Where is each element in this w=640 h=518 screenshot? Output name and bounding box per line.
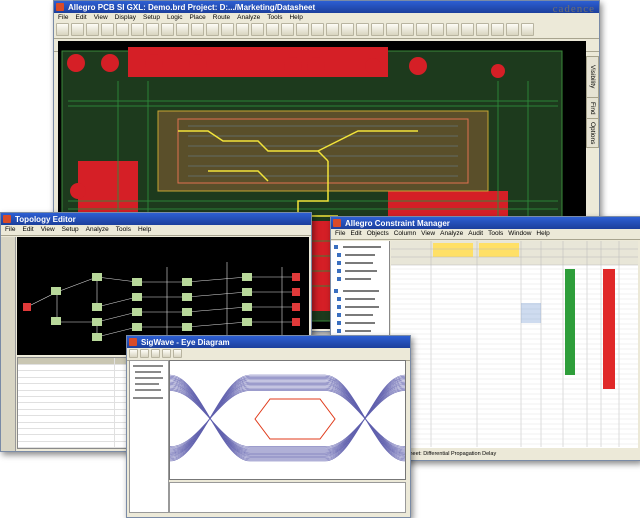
- eye-tool-zoom-icon[interactable]: [162, 349, 171, 358]
- worksheet-graphic: [391, 241, 638, 447]
- topology-window-title: Topology Editor: [15, 214, 76, 224]
- tool-open-icon[interactable]: [71, 23, 84, 36]
- tool-grid-icon[interactable]: [401, 23, 414, 36]
- tool-constraint-icon[interactable]: [461, 23, 474, 36]
- tool-zoom-fit-icon[interactable]: [206, 23, 219, 36]
- eye-tool-save-icon[interactable]: [140, 349, 149, 358]
- menu-view[interactable]: View: [421, 230, 435, 237]
- constraint-menu-bar: File Edit Objects Column View Analyze Au…: [331, 229, 640, 238]
- menu-column[interactable]: Column: [394, 230, 416, 237]
- worksheet-status-bar: Worksheet: Differential Propagation Dela…: [391, 449, 638, 460]
- menu-help[interactable]: Help: [289, 14, 302, 21]
- menu-tools[interactable]: Tools: [267, 14, 282, 21]
- tool-measure-icon[interactable]: [326, 23, 339, 36]
- menu-setup[interactable]: Setup: [143, 14, 160, 21]
- eye-tool-open-icon[interactable]: [129, 349, 138, 358]
- app-icon: [129, 338, 137, 346]
- tool-undo-icon[interactable]: [101, 23, 114, 36]
- waveform-tree[interactable]: [129, 360, 169, 513]
- constraint-window-title: Allegro Constraint Manager: [345, 218, 450, 228]
- tool-zoom-out-icon[interactable]: [191, 23, 204, 36]
- menu-tools[interactable]: Tools: [116, 226, 131, 233]
- allegro-title-bar[interactable]: Allegro PCB SI GXL: Demo.brd Project: D:…: [54, 1, 599, 13]
- menu-edit[interactable]: Edit: [22, 226, 33, 233]
- tool-copy-icon[interactable]: [146, 23, 159, 36]
- tool-color-icon[interactable]: [356, 23, 369, 36]
- eye-window-title: SigWave - Eye Diagram: [141, 337, 230, 347]
- menu-analyze[interactable]: Analyze: [237, 14, 260, 21]
- menu-tools[interactable]: Tools: [488, 230, 503, 237]
- menu-logic[interactable]: Logic: [167, 14, 183, 21]
- allegro-toolbar: [54, 22, 599, 39]
- menu-setup[interactable]: Setup: [62, 226, 79, 233]
- app-icon: [3, 215, 11, 223]
- menu-display[interactable]: Display: [115, 14, 136, 21]
- tool-highlight-icon[interactable]: [416, 23, 429, 36]
- menu-edit[interactable]: Edit: [75, 14, 86, 21]
- menu-route[interactable]: Route: [213, 14, 230, 21]
- visibility-tab[interactable]: Visibility: [586, 56, 599, 98]
- tool-signal-probe-icon[interactable]: [476, 23, 489, 36]
- tool-redraw-icon[interactable]: [236, 23, 249, 36]
- tool-drc-icon[interactable]: [341, 23, 354, 36]
- tool-redo-icon[interactable]: [116, 23, 129, 36]
- eye-tool-cursor-icon[interactable]: [173, 349, 182, 358]
- eye-legend: [169, 482, 406, 513]
- eye-diagram-graphic: [169, 374, 406, 462]
- menu-audit[interactable]: Audit: [468, 230, 483, 237]
- constraint-title-bar[interactable]: Allegro Constraint Manager: [331, 217, 640, 229]
- menu-window[interactable]: Window: [508, 230, 531, 237]
- tool-3d-view-icon[interactable]: [251, 23, 264, 36]
- eye-diagram-window: SigWave - Eye Diagram: [126, 335, 411, 518]
- allegro-window-title: Allegro PCB SI GXL: Demo.brd Project: D:…: [68, 2, 316, 12]
- tool-zoom-previous-icon[interactable]: [221, 23, 234, 36]
- menu-place[interactable]: Place: [190, 14, 206, 21]
- eye-tool-print-icon[interactable]: [151, 349, 160, 358]
- options-tab[interactable]: Options: [586, 118, 599, 148]
- topology-title-bar[interactable]: Topology Editor: [1, 213, 311, 225]
- menu-view[interactable]: View: [94, 14, 108, 21]
- tool-zoom-in-icon[interactable]: [176, 23, 189, 36]
- tool-shape-icon[interactable]: [311, 23, 324, 36]
- topology-left-palette[interactable]: [1, 237, 16, 451]
- tool-slide-icon[interactable]: [281, 23, 294, 36]
- menu-file[interactable]: File: [58, 14, 68, 21]
- menu-file[interactable]: File: [335, 230, 345, 237]
- tool-move-icon[interactable]: [131, 23, 144, 36]
- tool-save-icon[interactable]: [86, 23, 99, 36]
- tool-help-icon[interactable]: [491, 23, 504, 36]
- app-icon: [333, 219, 341, 227]
- menu-file[interactable]: File: [5, 226, 15, 233]
- tool-new-icon[interactable]: [56, 23, 69, 36]
- tool-add-connect-icon[interactable]: [266, 23, 279, 36]
- find-tab[interactable]: Find: [586, 97, 599, 119]
- constraint-worksheet-grid[interactable]: [391, 241, 638, 448]
- menu-analyze[interactable]: Analyze: [440, 230, 463, 237]
- tool-dehighlight-icon[interactable]: [431, 23, 444, 36]
- menu-objects[interactable]: Objects: [367, 230, 389, 237]
- waveform-tree-graphic: [133, 365, 163, 399]
- tool-via-icon[interactable]: [296, 23, 309, 36]
- eye-diagram-plot[interactable]: [169, 360, 406, 480]
- menu-edit[interactable]: Edit: [350, 230, 361, 237]
- constraint-toolbar: [331, 238, 640, 240]
- tool-extra2-icon[interactable]: [521, 23, 534, 36]
- tool-show-element-icon[interactable]: [446, 23, 459, 36]
- topology-menu-bar: File Edit View Setup Analyze Tools Help: [1, 225, 311, 234]
- tool-ratsnest-icon[interactable]: [386, 23, 399, 36]
- tool-layer-icon[interactable]: [371, 23, 384, 36]
- topology-toolbar: [1, 234, 311, 236]
- app-icon: [56, 3, 64, 11]
- allegro-menu-bar: File Edit View Display Setup Logic Place…: [54, 13, 599, 22]
- menu-help[interactable]: Help: [536, 230, 549, 237]
- menu-help[interactable]: Help: [138, 226, 151, 233]
- eye-title-bar[interactable]: SigWave - Eye Diagram: [127, 336, 410, 348]
- menu-analyze[interactable]: Analyze: [86, 226, 109, 233]
- menu-view[interactable]: View: [41, 226, 55, 233]
- cadence-logo: cadence: [552, 3, 595, 15]
- tool-delete-icon[interactable]: [161, 23, 174, 36]
- tool-extra-icon[interactable]: [506, 23, 519, 36]
